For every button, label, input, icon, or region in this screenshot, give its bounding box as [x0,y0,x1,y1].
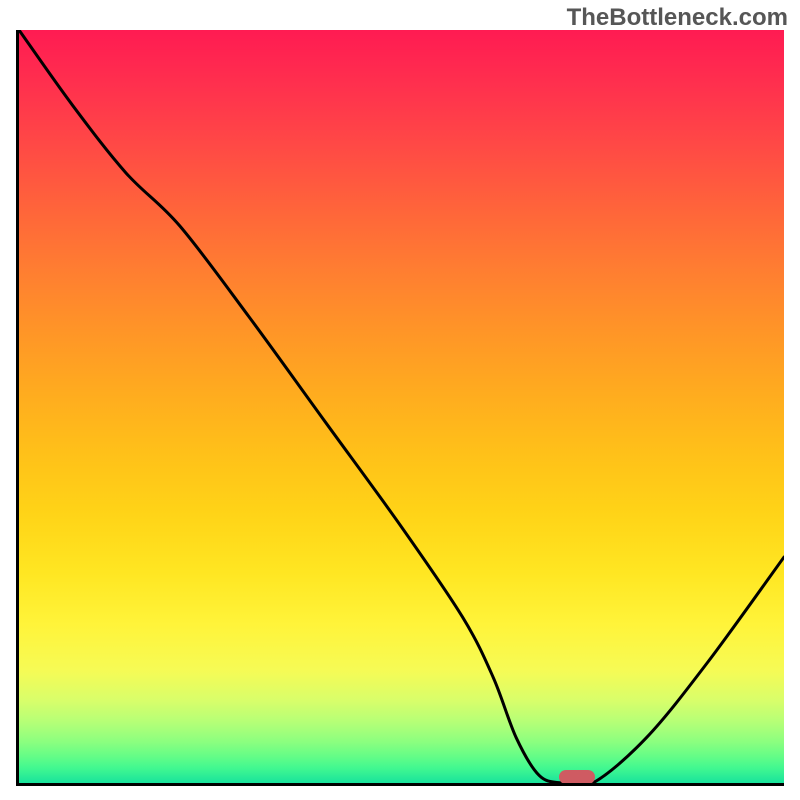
plot-area [19,30,784,783]
credit-text: TheBottleneck.com [567,4,788,32]
optimal-marker [559,770,595,783]
bottleneck-curve [19,30,784,783]
curve-svg [19,30,784,783]
bottleneck-chart: TheBottleneck.com [0,0,800,800]
